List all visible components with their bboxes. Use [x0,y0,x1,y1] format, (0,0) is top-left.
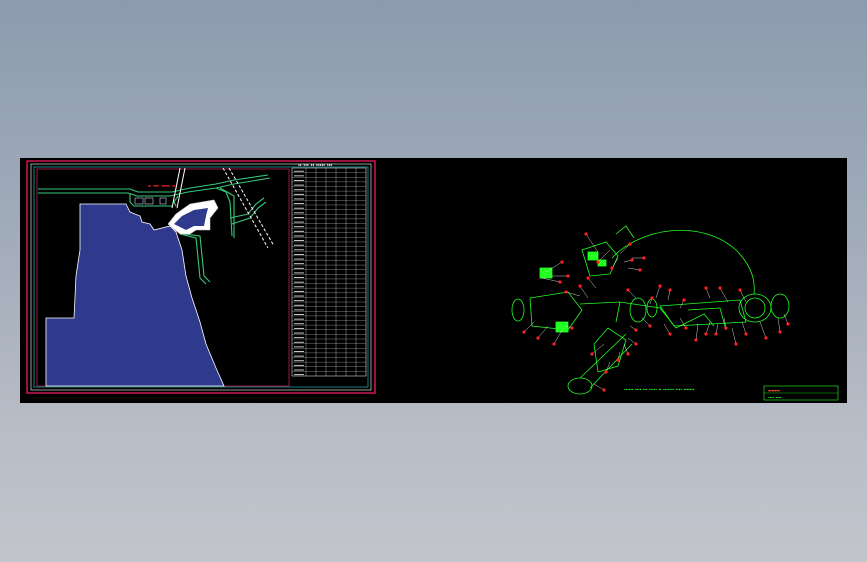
callout-leader [777,317,781,333]
table-header: ▪▪ ▪▪▪ ▪▪ ▪▪▪▪▪ ▪▪▪ [298,163,333,167]
callout-balloon[interactable] [602,388,606,392]
lower-cylinder [567,377,593,395]
callout-balloon[interactable] [704,332,708,336]
callout-balloon[interactable] [586,276,590,280]
callout-leader [655,285,661,299]
callout-balloon[interactable] [668,288,672,292]
callout-balloon[interactable] [626,288,630,292]
callout-balloon[interactable] [634,328,638,332]
fill-block-c [555,321,569,333]
callout-leader [587,277,597,289]
mid-linkage [619,301,715,329]
site-plan-title: ▬ ▬▬ ▬▬▬ ▬ [148,184,175,189]
pedal-arm [593,327,627,373]
callout-leader [739,289,747,303]
site-plan-sheet[interactable]: ▬ ▬▬ ▬▬▬ ▬ ▪▪ ▪▪▪ ▪▪ ▪▪▪▪▪ ▪▪▪ [26,160,376,394]
callout-leader [605,361,611,373]
callout-balloon[interactable] [628,242,632,246]
title-block-sub: ▪▪▪▪ ▪▪▪▪ [768,396,782,399]
callout-balloon[interactable] [668,332,672,336]
rear-ring [770,293,790,319]
callout-balloon[interactable] [630,258,634,262]
callout-balloon[interactable] [558,280,562,284]
callout-leader [663,323,671,335]
callout-balloon[interactable] [522,330,526,334]
callout-balloon[interactable] [704,286,708,290]
callout-leaders [522,232,790,392]
callout-balloon[interactable] [634,342,638,346]
callout-balloon[interactable] [682,298,686,302]
callout-balloon[interactable] [714,332,718,336]
callout-balloon[interactable] [626,352,630,356]
callout-balloon[interactable] [648,324,652,328]
callout-leader [593,383,605,391]
callout-balloon[interactable] [694,338,698,342]
callout-leader [579,285,589,299]
callout-balloon[interactable] [638,268,642,272]
callout-balloon[interactable] [616,358,620,362]
callout-leader [719,287,729,303]
callout-leader [627,267,641,271]
cad-canvas[interactable]: ▬ ▬▬ ▬▬▬ ▬ ▪▪ ▪▪▪ ▪▪ ▪▪▪▪▪ ▪▪▪ ▰▰▰▰ ▪▪▪▪… [20,158,847,403]
callout-leader [585,233,599,253]
callout-balloon[interactable] [566,274,570,278]
callout-balloon[interactable] [724,326,728,330]
callout-leader [731,327,737,345]
callout-balloon[interactable] [778,330,782,334]
callout-balloon[interactable] [786,322,790,326]
callout-balloon[interactable] [536,336,540,340]
front-flange [511,298,525,322]
callout-leader [705,287,711,299]
callout-leader [641,317,651,327]
fill-block-b [587,251,599,261]
callout-balloon[interactable] [658,284,662,288]
callout-leader [679,317,687,329]
callout-balloon[interactable] [590,352,594,356]
callout-balloon[interactable] [552,342,556,346]
callout-leader [541,277,561,283]
mid-drum [629,297,647,323]
title-block-logo: ▰▰▰▰ [768,388,780,394]
callout-leader [565,291,581,297]
callout-balloon[interactable] [610,266,614,270]
callout-leader [695,323,699,341]
callout-leader [545,261,563,273]
building-blocks [134,197,167,205]
control-cable [611,229,755,295]
callout-leader [537,325,549,339]
schedule-table [291,167,367,377]
callout-leader [627,289,637,299]
callout-balloon[interactable] [718,286,722,290]
callout-balloon[interactable] [738,288,742,292]
rear-drum-inner [744,297,766,319]
callout-balloon[interactable] [744,332,748,336]
callout-leader [759,321,767,339]
callout-leader [741,321,747,335]
callout-leader [611,257,619,269]
mid-ring [646,298,658,318]
callout-balloon[interactable] [584,232,588,236]
site-region [45,203,225,387]
callout-leader [523,321,535,333]
rear-shaft [659,299,747,327]
upper-bracket [581,241,619,277]
callout-balloon[interactable] [764,336,768,340]
callout-balloon[interactable] [604,370,608,374]
callout-balloon[interactable] [642,256,646,260]
assembly-sheet[interactable]: ▰▰▰▰ ▪▪▪▪ ▪▪▪▪ ▪▪▪▪▪▪ ▪▪▪▪ ▪▪▪ ▪▪▪▪▪ ▪▪ … [511,225,839,401]
callout-balloon[interactable] [734,342,738,346]
callout-balloon[interactable] [596,260,600,264]
callout-balloon[interactable] [564,290,568,294]
callout-balloon[interactable] [650,296,654,300]
callout-balloon[interactable] [570,326,574,330]
callout-balloon[interactable] [560,260,564,264]
callout-leader [591,343,605,355]
link-bar-a [579,301,621,323]
callout-balloon[interactable] [578,284,582,288]
drawing-note: ▪▪▪▪▪▪ ▪▪▪▪ ▪▪▪ ▪▪▪▪▪ ▪▪ ▪▪▪▪▪▪▪ ▪▪▪▪ ▪▪… [624,388,695,391]
lever [615,225,635,239]
callout-balloon[interactable] [684,326,688,330]
